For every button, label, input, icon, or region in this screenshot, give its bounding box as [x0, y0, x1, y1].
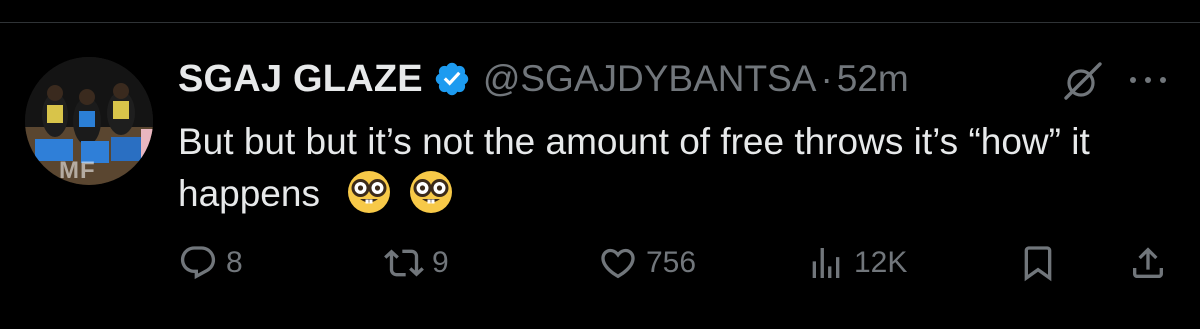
nerd-face-emoji-icon — [346, 169, 392, 215]
repost-icon — [384, 249, 424, 277]
display-name[interactable]: SGAJ GLAZE — [178, 58, 423, 101]
like-button[interactable]: 756 — [598, 238, 696, 288]
bookmark-button[interactable] — [1018, 238, 1058, 288]
views-count: 12K — [854, 246, 908, 279]
avatar-overlay-text: MF — [59, 157, 96, 184]
tweet-text-content: But but but it’s not the amount of free … — [178, 121, 1090, 214]
more-icon[interactable] — [1126, 62, 1170, 98]
share-button[interactable] — [1128, 238, 1168, 288]
like-count: 756 — [646, 246, 697, 279]
heart-icon — [601, 248, 635, 279]
reply-button[interactable]: 8 — [178, 238, 243, 288]
tweet-header: SGAJ GLAZE @SGAJDYBANTSA · 52m — [178, 52, 909, 106]
bookmark-icon — [1024, 246, 1052, 282]
grok-icon[interactable] — [1060, 58, 1106, 104]
top-divider — [0, 22, 1200, 23]
share-icon — [1133, 247, 1163, 278]
reply-count: 8 — [226, 246, 243, 279]
user-handle[interactable]: @SGAJDYBANTSA — [483, 58, 817, 100]
tweet-text: But but but it’s not the amount of free … — [178, 116, 1158, 220]
verified-badge-icon — [433, 60, 471, 98]
reply-icon — [180, 246, 216, 280]
action-bar: 8 9 756 12K — [0, 238, 1200, 288]
separator-dot: · — [820, 58, 833, 99]
views-button[interactable]: 12K — [806, 238, 907, 288]
repost-count: 9 — [432, 246, 449, 279]
timestamp[interactable]: 52m — [837, 58, 909, 100]
views-icon — [812, 248, 840, 278]
nerd-face-emoji-icon — [408, 169, 454, 215]
avatar[interactable]: MF — [25, 57, 153, 185]
repost-button[interactable]: 9 — [384, 238, 449, 288]
